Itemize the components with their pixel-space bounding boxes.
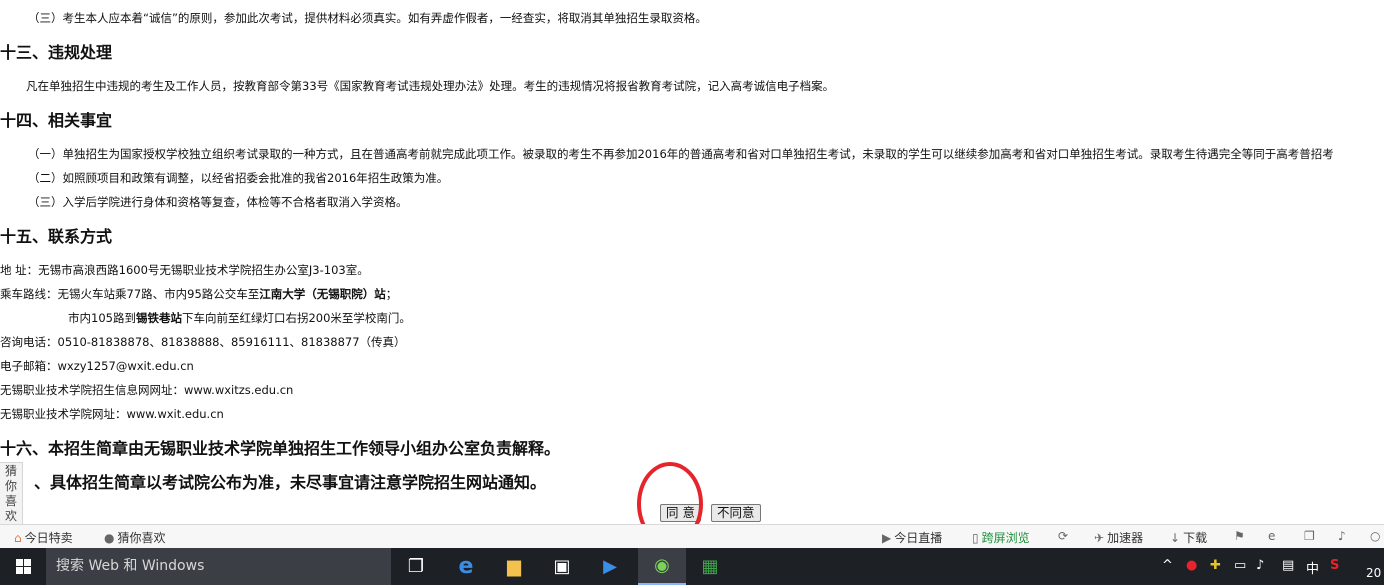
status-guess-like-label: 猜你喜欢 bbox=[117, 531, 166, 545]
tray-notification-icon[interactable]: ▤ bbox=[1282, 558, 1294, 573]
route-suffix: ； bbox=[385, 287, 398, 301]
route-stop-2: 锡铁巷站 bbox=[135, 311, 182, 325]
contact-address: 地 址：无锡市高浪西路1600号无锡职业技术学院招生办公室J3-103室。 bbox=[0, 263, 369, 277]
document-page: （三）考生本人应本着“诚信”的原则，参加此次考试，提供材料必须真实。如有弄虚作假… bbox=[0, 0, 1384, 524]
contact-site: 无锡职业技术学院网址：www.wxit.edu.cn bbox=[0, 407, 224, 421]
doc-line-matters-2: （二）如照顾项目和政策有调整，以经省招委会批准的我省2016年招生政策为准。 bbox=[28, 171, 449, 185]
store-app[interactable]: ▣ bbox=[538, 548, 586, 585]
store-bag-icon: ▣ bbox=[553, 556, 571, 577]
doc-line-integrity: （三）考生本人应本着“诚信”的原则，参加此次考试，提供材料必须真实。如有弄虚作假… bbox=[28, 11, 707, 25]
disagree-button[interactable]: 不同意 bbox=[711, 504, 761, 522]
doc-line-violation: 凡在单独招生中违规的考生及工作人员，按教育部令第33号《国家教育考试违规处理办法… bbox=[26, 79, 835, 93]
contact-email: 电子邮箱：wxzy1257@wxit.edu.cn bbox=[0, 359, 194, 373]
browser-e-icon: ◉ bbox=[654, 555, 670, 576]
status-accelerator[interactable]: ✈ 加速器 bbox=[1094, 529, 1143, 546]
tray-antivirus-icon[interactable]: ● bbox=[1186, 558, 1197, 573]
status-download[interactable]: ↓ 下载 bbox=[1170, 529, 1207, 546]
doc-line-matters-1: （一）单独招生为国家授权学校独立组织考试录取的一种方式，且在普通高考前就完成此项… bbox=[28, 147, 1334, 161]
heading-17: 、具体招生简章以考试院公布为准，未尽事宜请注意学院招生网站通知。 bbox=[34, 473, 547, 492]
route-stop-1: 江南大学（无锡职院）站 bbox=[259, 287, 386, 301]
ie-icon: e bbox=[1268, 529, 1276, 543]
route2-suffix: 下车向前至红绿灯口右拐200米至学校南门。 bbox=[181, 311, 411, 325]
heading-13: 十三、违规处理 bbox=[0, 43, 113, 62]
window-icon: ❐ bbox=[1304, 529, 1315, 543]
windows-taskbar: 搜索 Web 和 Windows ❐ e ▆ ▣ ▶ ◉ ▦ ^ ● ✚ ▭ ♪… bbox=[0, 548, 1384, 585]
excel-icon: ▦ bbox=[701, 556, 719, 577]
browser-statusbar: ⌂ 今日特卖 ● 猜你喜欢 ▶ 今日直播 ▯ 跨屏浏览 ⟳ ✈ 加速器 ↓ 下载… bbox=[0, 524, 1384, 549]
circle-icon: ○ bbox=[1370, 529, 1381, 543]
task-view-button[interactable]: ❐ bbox=[392, 548, 440, 585]
excel-app[interactable]: ▦ bbox=[686, 548, 734, 585]
edge-icon: e bbox=[458, 554, 474, 579]
gift-icon: ⌂ bbox=[14, 530, 22, 545]
media-app[interactable]: ▶ bbox=[586, 548, 634, 585]
play-icon: ▶ bbox=[882, 530, 892, 545]
browser-app[interactable]: ◉ bbox=[638, 548, 686, 585]
status-ie[interactable]: e bbox=[1268, 529, 1275, 543]
media-player-icon: ▶ bbox=[603, 556, 617, 577]
phone-icon: ▯ bbox=[972, 530, 979, 545]
contact-route-2: 市内105路到锡铁巷站下车向前至红绿灯口右拐200米至学校南门。 bbox=[68, 310, 411, 326]
status-window[interactable]: ❐ bbox=[1304, 529, 1315, 543]
dot-icon: ● bbox=[104, 530, 115, 545]
route2-prefix: 市内105路到 bbox=[68, 311, 136, 325]
tray-plus-icon[interactable]: ✚ bbox=[1210, 558, 1221, 573]
task-view-icon: ❐ bbox=[407, 556, 425, 577]
status-sound[interactable]: ♪ bbox=[1338, 529, 1346, 543]
download-icon: ↓ bbox=[1170, 530, 1181, 545]
heading-15: 十五、联系方式 bbox=[0, 227, 113, 246]
folder-icon: ▆ bbox=[507, 556, 521, 577]
start-button[interactable] bbox=[0, 548, 46, 585]
status-refresh[interactable]: ⟳ bbox=[1058, 529, 1068, 543]
flag-icon: ⚑ bbox=[1234, 529, 1245, 543]
tray-volume-icon[interactable]: ♪ bbox=[1256, 558, 1264, 573]
status-zoom[interactable]: ○ bbox=[1370, 529, 1380, 543]
rocket-icon: ✈ bbox=[1094, 530, 1105, 545]
contact-phone: 咨询电话：0510-81838878、81838888、85916111、818… bbox=[0, 335, 406, 349]
status-accelerator-label: 加速器 bbox=[1107, 531, 1144, 545]
status-cross-screen[interactable]: ▯ 跨屏浏览 bbox=[972, 529, 1030, 546]
status-flag[interactable]: ⚑ bbox=[1234, 529, 1245, 543]
status-live-label: 今日直播 bbox=[894, 531, 943, 545]
tray-chevron-icon[interactable]: ^ bbox=[1162, 558, 1173, 573]
tray-sogou-icon[interactable]: S bbox=[1330, 558, 1339, 573]
edge-app[interactable]: e bbox=[442, 548, 490, 585]
taskbar-clock[interactable]: 20 bbox=[1366, 566, 1381, 580]
heading-14: 十四、相关事宜 bbox=[0, 111, 113, 130]
status-guess-like[interactable]: ● 猜你喜欢 bbox=[104, 529, 166, 546]
status-today-sale-label: 今日特卖 bbox=[24, 531, 73, 545]
route-prefix: 乘车路线：无锡火车站乘77路、市内95路公交车至 bbox=[0, 287, 260, 301]
file-explorer-app[interactable]: ▆ bbox=[490, 548, 538, 585]
agree-button[interactable]: 同 意 bbox=[660, 504, 701, 522]
contact-admission-site: 无锡职业技术学院招生信息网网址：www.wxitzs.edu.cn bbox=[0, 383, 294, 397]
windows-logo-icon bbox=[15, 559, 31, 574]
status-today-sale[interactable]: ⌂ 今日特卖 bbox=[14, 529, 73, 546]
tray-network-icon[interactable]: ▭ bbox=[1234, 558, 1246, 573]
contact-route: 乘车路线：无锡火车站乘77路、市内95路公交车至江南大学（无锡职院）站； bbox=[0, 286, 397, 302]
doc-line-matters-3: （三）入学后学院进行身体和资格等复查，体检等不合格者取消入学资格。 bbox=[28, 195, 408, 209]
status-live[interactable]: ▶ 今日直播 bbox=[882, 529, 942, 546]
ime-indicator[interactable]: 中 bbox=[1306, 558, 1319, 577]
heading-16: 十六、本招生简章由无锡职业技术学院单独招生工作领导小组办公室负责解释。 bbox=[0, 439, 561, 458]
speaker-icon: ♪ bbox=[1338, 529, 1346, 543]
guess-you-like-tab[interactable]: 猜你喜欢 bbox=[0, 462, 23, 526]
status-download-label: 下载 bbox=[1183, 531, 1208, 545]
status-cross-screen-label: 跨屏浏览 bbox=[981, 531, 1030, 545]
refresh-icon: ⟳ bbox=[1058, 529, 1069, 543]
taskbar-search-input[interactable]: 搜索 Web 和 Windows bbox=[46, 548, 391, 585]
